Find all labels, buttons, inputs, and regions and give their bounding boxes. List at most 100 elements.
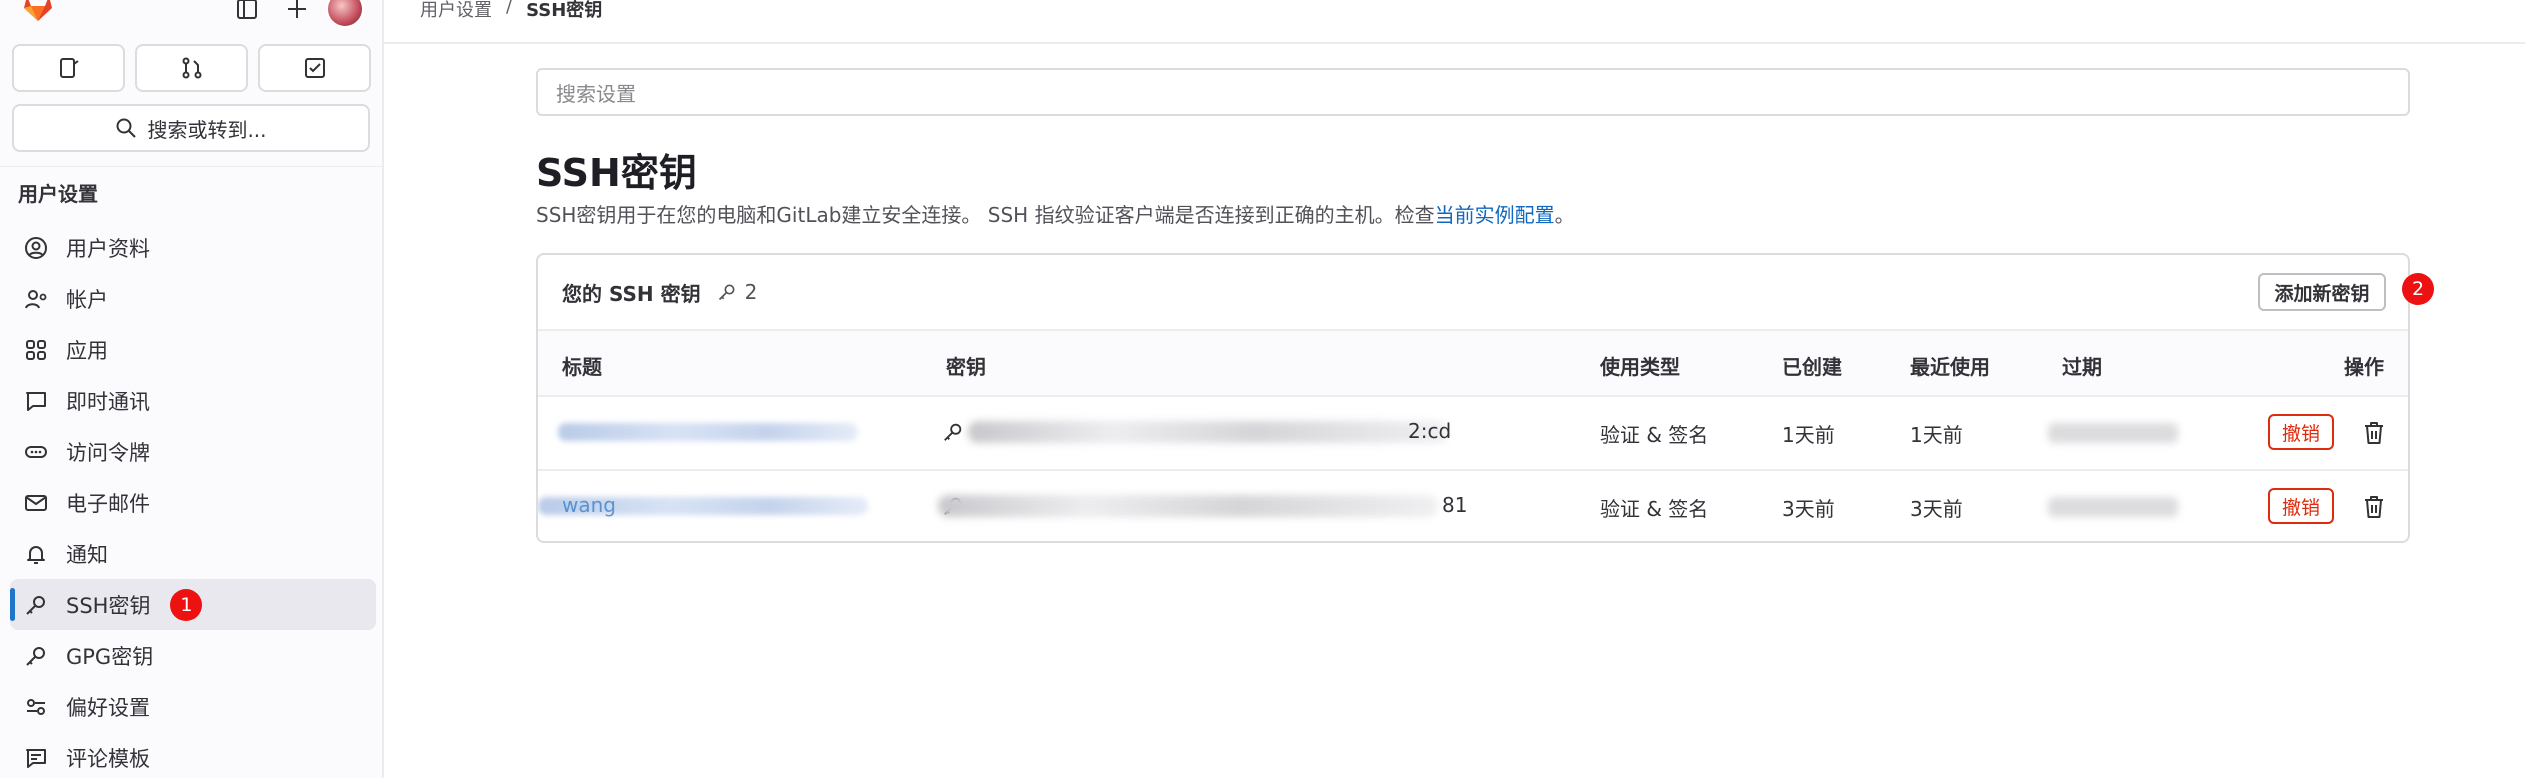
- sidebar: 搜索或转到... 用户设置 用户资料 帐户 应用 即时通讯 访问令牌 电子邮件: [0, 0, 384, 778]
- sidebar-item-preferences[interactable]: 偏好设置: [10, 681, 376, 732]
- delete-icon[interactable]: [2360, 419, 2388, 447]
- page-description: SSH密钥用于在您的电脑和GitLab建立安全连接。 SSH 指纹验证客户端是否…: [536, 199, 1575, 228]
- sidebar-item-label: 即时通讯: [66, 389, 150, 414]
- settings-search-input[interactable]: 搜索设置: [536, 68, 2410, 116]
- sidebar-item-profile[interactable]: 用户资料: [10, 222, 376, 273]
- usage-type: 验证 & 签名: [1600, 497, 1709, 521]
- sidebar-item-access-tokens[interactable]: 访问令牌: [10, 426, 376, 477]
- todos-button[interactable]: [258, 44, 371, 92]
- sidebar-item-label: SSH密钥: [66, 593, 151, 618]
- annotation-badge: 2: [2402, 273, 2434, 305]
- breadcrumb-current[interactable]: SSH密钥: [526, 0, 602, 22]
- description-suffix: 。: [1554, 203, 1575, 227]
- last-used: 3天前: [1910, 497, 1963, 521]
- issues-icon: [59, 58, 79, 78]
- usage-type: 验证 & 签名: [1600, 423, 1709, 447]
- table-row: 2:cd 验证 & 签名 1天前 1天前 撤销: [538, 397, 2408, 469]
- token-icon: [22, 438, 50, 466]
- key-fingerprint-suffix: 81: [1442, 493, 1468, 517]
- key-icon: [942, 421, 964, 448]
- key-icon: [22, 591, 50, 619]
- chat-icon: [22, 387, 50, 415]
- sidebar-item-applications[interactable]: 应用: [10, 324, 376, 375]
- description-text: SSH密钥用于在您的电脑和GitLab建立安全连接。 SSH 指纹验证客户端是否…: [536, 203, 1435, 227]
- page-title: SSH密钥: [536, 151, 697, 195]
- expires-at: [2048, 497, 2178, 517]
- top-bar: 用户设置 / SSH密钥: [384, 0, 2525, 44]
- toggle-sidebar-icon[interactable]: [232, 0, 262, 24]
- search-button-label: 搜索或转到...: [147, 117, 267, 142]
- key-title-link[interactable]: wang: [562, 493, 616, 517]
- sidebar-item-gpg-keys[interactable]: GPG密钥: [10, 630, 376, 681]
- revoke-button[interactable]: 撤销: [2268, 414, 2334, 450]
- column-header-last-used: 最近使用: [1910, 355, 1990, 379]
- sidebar-item-notifications[interactable]: 通知: [10, 528, 376, 579]
- card-title: 您的 SSH 密钥: [562, 281, 701, 306]
- sidebar-item-label: 帐户: [66, 287, 108, 312]
- sidebar-nav: 用户资料 帐户 应用 即时通讯 访问令牌 电子邮件 通知 SSH密钥 1 GPG…: [10, 222, 376, 778]
- search-icon: [116, 118, 137, 138]
- sidebar-item-label: 用户资料: [66, 236, 150, 261]
- merge-requests-button[interactable]: [135, 44, 248, 92]
- sidebar-item-account[interactable]: 帐户: [10, 273, 376, 324]
- sidebar-item-label: 访问令牌: [66, 440, 150, 465]
- applications-icon: [22, 336, 50, 364]
- breadcrumb: 用户设置 / SSH密钥: [420, 0, 602, 22]
- key-count-value: 2: [744, 280, 758, 304]
- issues-button[interactable]: [12, 44, 125, 92]
- breadcrumb-parent[interactable]: 用户设置: [420, 0, 492, 22]
- avatar[interactable]: [326, 0, 364, 28]
- column-header-usage: 使用类型: [1600, 355, 1680, 379]
- gitlab-logo-icon[interactable]: [20, 0, 56, 22]
- key-fingerprint: [938, 495, 1438, 517]
- comment-template-icon: [22, 744, 50, 772]
- plus-icon[interactable]: [282, 0, 312, 24]
- key-count: 2: [717, 280, 758, 304]
- created-at: 3天前: [1782, 497, 1835, 521]
- key-title-link[interactable]: [558, 423, 858, 441]
- key-fingerprint: [968, 421, 1448, 443]
- key-icon: [718, 284, 735, 301]
- breadcrumb-separator: /: [506, 0, 513, 17]
- add-new-key-button[interactable]: 添加新密钥: [2258, 273, 2386, 311]
- merge-request-icon: [182, 57, 201, 79]
- revoke-button[interactable]: 撤销: [2268, 488, 2334, 524]
- search-button[interactable]: 搜索或转到...: [12, 104, 370, 152]
- user-circle-icon: [22, 234, 50, 262]
- ssh-keys-card: 您的 SSH 密钥 2 添加新密钥 标题 密钥 使用类型 已创建 最近使用 过期…: [536, 253, 2410, 543]
- column-header-created: 已创建: [1782, 355, 1842, 379]
- column-header-key: 密钥: [946, 355, 986, 379]
- account-icon: [22, 285, 50, 313]
- key-fingerprint-suffix: 2:cd: [1408, 419, 1452, 443]
- sidebar-item-comment-templates[interactable]: 评论模板: [10, 732, 376, 778]
- delete-icon[interactable]: [2360, 493, 2388, 521]
- annotation-badge: 1: [170, 588, 203, 621]
- sidebar-item-label: GPG密钥: [66, 644, 154, 669]
- instance-config-link[interactable]: 当前实例配置: [1435, 203, 1555, 227]
- key-icon: [22, 642, 50, 670]
- table-row: wang 81 验证 & 签名 3天前 3天前 撤销: [538, 469, 2408, 541]
- last-used: 1天前: [1910, 423, 1963, 447]
- mail-icon: [22, 489, 50, 517]
- sidebar-section-title: 用户设置: [18, 182, 98, 206]
- sidebar-item-chat[interactable]: 即时通讯: [10, 375, 376, 426]
- column-header-actions: 操作: [2344, 355, 2384, 379]
- sidebar-item-label: 电子邮件: [66, 491, 150, 516]
- sidebar-item-emails[interactable]: 电子邮件: [10, 477, 376, 528]
- column-header-expires: 过期: [2062, 355, 2102, 379]
- sidebar-divider: [0, 166, 382, 167]
- card-header: 您的 SSH 密钥 2 添加新密钥: [538, 255, 2408, 329]
- sidebar-item-label: 评论模板: [66, 746, 150, 771]
- table-header: 标题 密钥 使用类型 已创建 最近使用 过期 操作: [538, 329, 2408, 397]
- sidebar-item-label: 偏好设置: [66, 695, 150, 720]
- todo-icon: [304, 58, 325, 78]
- expires-at: [2048, 423, 2178, 443]
- sidebar-item-label: 通知: [66, 542, 108, 567]
- created-at: 1天前: [1782, 423, 1835, 447]
- sidebar-item-ssh-keys[interactable]: SSH密钥 1: [10, 579, 376, 630]
- bell-icon: [22, 540, 50, 568]
- sidebar-item-label: 应用: [66, 338, 108, 363]
- preferences-icon: [22, 693, 50, 721]
- sidebar-top-row: [0, 0, 384, 28]
- column-header-title: 标题: [562, 355, 602, 379]
